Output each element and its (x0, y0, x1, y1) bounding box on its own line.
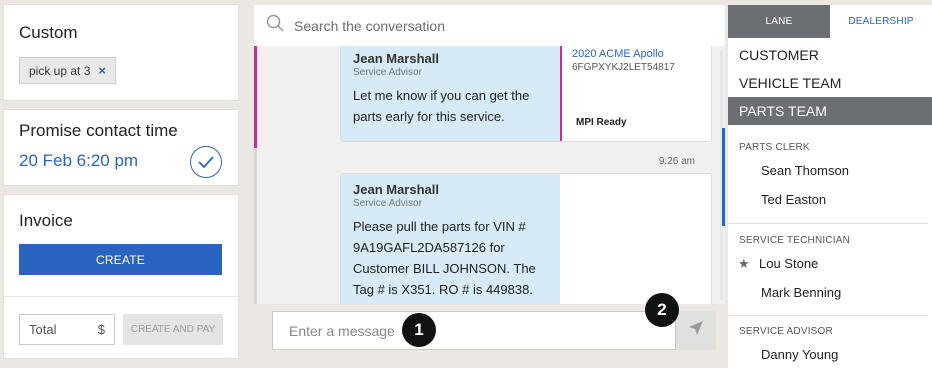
message-text: Let me know if you can get the parts ear… (353, 88, 530, 124)
message-body: Jean Marshall Service Advisor Let me kno… (341, 46, 560, 141)
create-and-pay-button[interactable]: CREATE AND PAY (123, 314, 223, 345)
currency-symbol: $ (97, 322, 105, 337)
message-input[interactable]: Enter a message (272, 311, 676, 350)
divider (4, 296, 238, 297)
step-marker-2: 2 (645, 293, 679, 327)
promise-card: Promise contact time 20 Feb 6:20 pm (3, 109, 239, 186)
create-button[interactable]: CREATE (19, 244, 222, 275)
check-icon[interactable] (190, 146, 222, 178)
send-button[interactable] (676, 311, 716, 350)
status-badge: MPI Ready (576, 117, 627, 128)
close-icon[interactable]: × (98, 63, 106, 78)
sender-role: Service Advisor (353, 198, 422, 209)
group-service-technician: SERVICE TECHNICIAN ★ Lou Stone Mark Benn… (728, 235, 932, 307)
step-marker-1: 1 (402, 313, 436, 347)
search-bar[interactable]: Search the conversation (254, 5, 725, 46)
tag-chip-label: pick up at 3 (29, 63, 91, 78)
tab-lane[interactable]: LANE (728, 5, 830, 38)
search-input[interactable]: Search the conversation (294, 18, 445, 34)
person-item[interactable]: Ted Easton (728, 185, 932, 214)
tag-chip[interactable]: pick up at 3 × (19, 57, 116, 84)
person-item[interactable]: ★ Lou Stone (728, 249, 932, 278)
custom-title: Custom (19, 23, 78, 42)
person-name: Lou Stone (759, 256, 819, 271)
group-label: SERVICE TECHNICIAN (739, 235, 851, 246)
person-item[interactable]: Sean Thomson (728, 156, 932, 185)
group-service-advisor: SERVICE ADVISOR Danny Young (728, 326, 932, 368)
invoice-title: Invoice (19, 211, 73, 230)
total-placeholder: Total (29, 322, 57, 337)
selection-indicator (722, 128, 725, 226)
message-bubble[interactable]: Jean Marshall Service Advisor Let me kno… (340, 46, 712, 142)
team-item-parts-team[interactable]: PARTS TEAM (728, 97, 932, 125)
highlight-stripe (254, 46, 257, 148)
sender-name: Jean Marshall (353, 182, 439, 197)
divider (728, 315, 928, 316)
person-item[interactable]: Danny Young (728, 340, 932, 368)
team-item-customer[interactable]: CUSTOMER (728, 41, 932, 69)
divider (728, 223, 928, 224)
message-text: Please pull the parts for VIN # 9A19GAFL… (353, 219, 536, 297)
message-timestamp: 9:26 am (658, 156, 695, 167)
vehicle-link[interactable]: 2020 ACME Apollo (572, 48, 675, 60)
search-icon (266, 14, 284, 37)
team-item-vehicle-team[interactable]: VEHICLE TEAM (728, 69, 932, 97)
message-bubble[interactable]: Jean Marshall Service Advisor Please pul… (340, 173, 712, 304)
star-icon: ★ (738, 255, 750, 271)
send-icon (688, 320, 704, 341)
team-list: CUSTOMER VEHICLE TEAM PARTS TEAM PARTS C… (728, 38, 932, 368)
total-field[interactable]: Total $ (19, 314, 115, 345)
custom-card: Custom pick up at 3 × (3, 4, 239, 101)
invoice-card: Invoice CREATE Total $ CREATE AND PAY (3, 194, 239, 359)
message-body: Jean Marshall Service Advisor Please pul… (341, 174, 560, 304)
thread-stripe (254, 148, 257, 304)
tab-dealership[interactable]: DEALERSHIP (830, 5, 932, 38)
sender-name: Jean Marshall (353, 51, 439, 66)
group-label: SERVICE ADVISOR (739, 326, 833, 337)
vehicle-vin: 6FGPXYKJ2LET54817 (572, 62, 675, 73)
group-parts-clerk: PARTS CLERK Sean Thomson Ted Easton (728, 142, 932, 214)
sender-role: Service Advisor (353, 67, 422, 78)
group-label: PARTS CLERK (739, 142, 810, 153)
person-item[interactable]: Mark Benning (728, 278, 932, 307)
conversation-thread[interactable]: Jean Marshall Service Advisor Let me kno… (254, 46, 725, 304)
tab-bar: LANE DEALERSHIP (728, 5, 932, 38)
promise-title: Promise contact time (19, 121, 178, 140)
